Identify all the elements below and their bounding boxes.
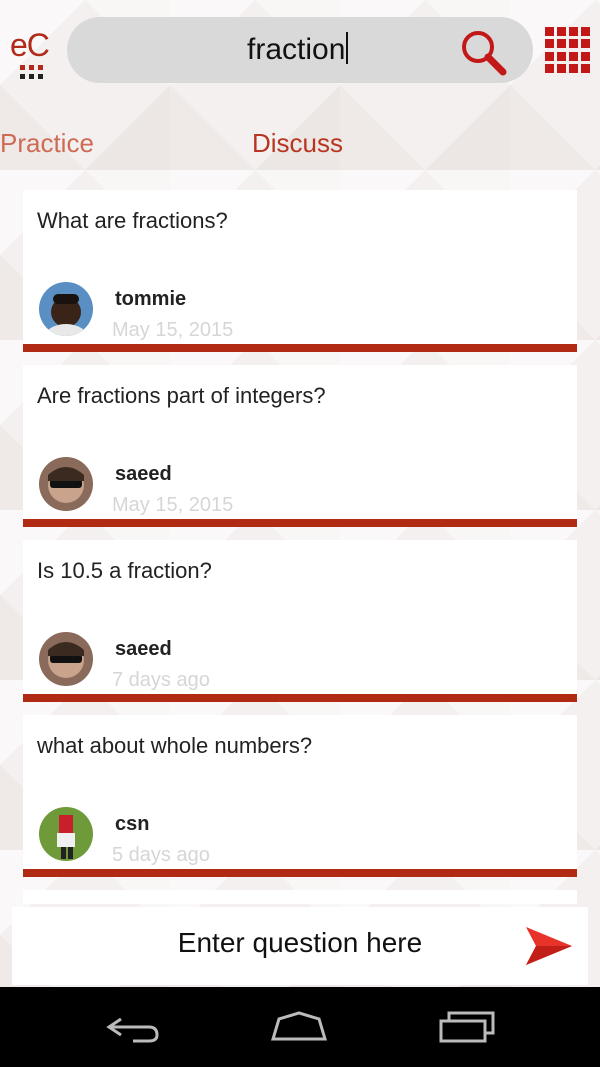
post-date: May 15, 2015 xyxy=(112,494,234,516)
user-avatar[interactable] xyxy=(39,282,93,336)
question-input[interactable]: Enter question here xyxy=(12,927,588,959)
tab-discuss[interactable]: Discuss xyxy=(252,128,343,159)
post-card[interactable]: Is 10.5 a fraction? saeed 7 days ago xyxy=(23,540,577,702)
tab-practice[interactable]: Practice xyxy=(0,128,94,159)
logo-dots xyxy=(20,65,46,79)
ask-question-bar: Enter question here xyxy=(12,907,588,985)
text-caret xyxy=(346,32,349,64)
back-icon[interactable] xyxy=(103,1009,163,1045)
post-question: What are fractions? xyxy=(37,208,228,233)
post-author[interactable]: saeed xyxy=(115,638,172,661)
search-input[interactable]: fraction xyxy=(247,31,349,69)
post-date: 5 days ago xyxy=(112,844,210,866)
search-input-value: fraction xyxy=(247,33,346,66)
post-author[interactable]: tommie xyxy=(115,288,186,311)
post-date: May 15, 2015 xyxy=(112,319,234,341)
send-icon[interactable] xyxy=(524,921,574,971)
post-card[interactable]: What are fractions? tommie May 15, 2015 xyxy=(23,190,577,352)
logo-text: eC xyxy=(10,27,50,63)
post-card-partial xyxy=(23,890,577,904)
user-avatar[interactable] xyxy=(39,457,93,511)
app-logo[interactable]: eC xyxy=(10,28,58,82)
home-icon[interactable] xyxy=(269,1009,329,1045)
apps-grid-icon[interactable] xyxy=(545,27,591,73)
post-question: Is 10.5 a fraction? xyxy=(37,558,212,583)
search-icon[interactable] xyxy=(457,27,509,79)
post-question: what about whole numbers? xyxy=(37,733,313,758)
top-bar: eC fraction xyxy=(0,0,600,100)
post-author[interactable]: saeed xyxy=(115,463,172,486)
post-card[interactable]: what about whole numbers? csn 5 days ago xyxy=(23,715,577,877)
post-card[interactable]: Are fractions part of integers? saeed Ma… xyxy=(23,365,577,527)
search-bar[interactable]: fraction xyxy=(67,17,533,83)
user-avatar[interactable] xyxy=(39,807,93,861)
post-date: 7 days ago xyxy=(112,669,210,691)
post-question: Are fractions part of integers? xyxy=(37,383,326,408)
system-nav-bar xyxy=(0,987,600,1067)
user-avatar[interactable] xyxy=(39,632,93,686)
recents-icon[interactable] xyxy=(437,1009,497,1045)
post-author[interactable]: csn xyxy=(115,813,149,836)
